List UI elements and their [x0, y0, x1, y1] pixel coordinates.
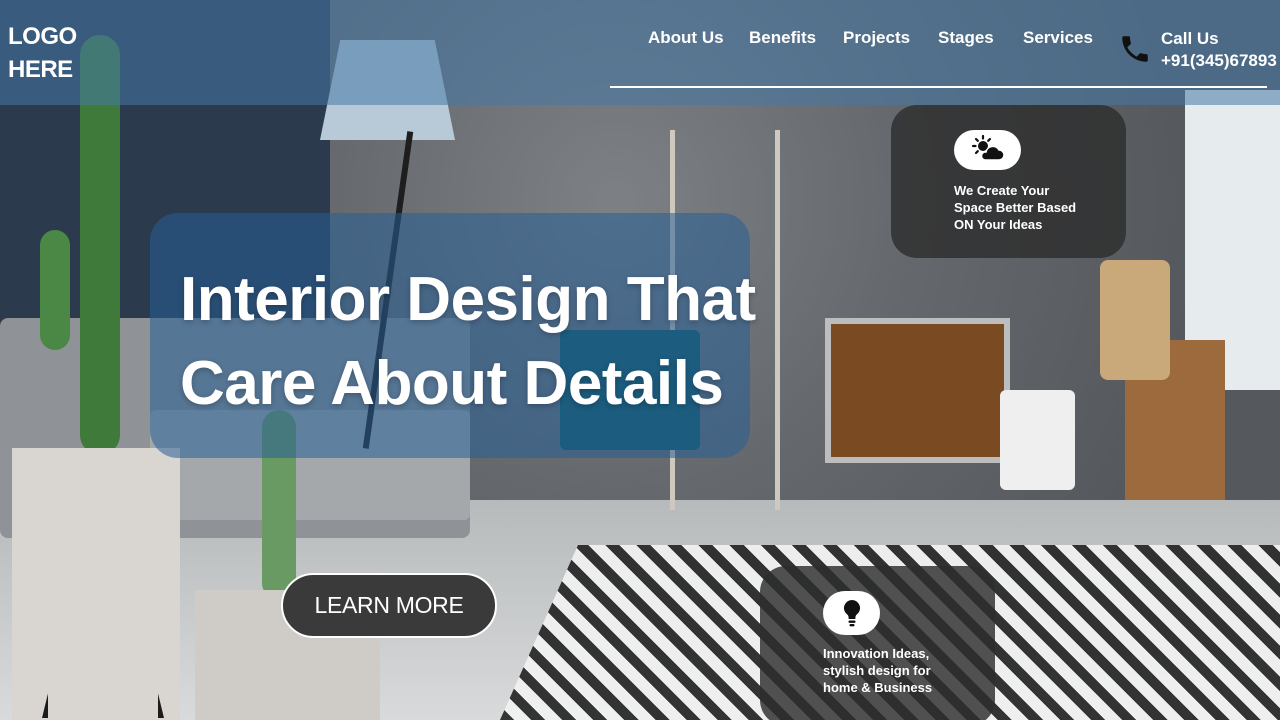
stool [1100, 260, 1170, 380]
feature-line: Space Better Based [954, 200, 1077, 215]
basket [1000, 390, 1075, 490]
lightbulb-icon [823, 591, 880, 635]
logo-line-2: HERE [8, 56, 73, 83]
header-divider [610, 86, 1267, 88]
call-us-label: Call Us [1161, 29, 1219, 48]
feature-card-text: Innovation Ideas, stylish design for hom… [823, 645, 963, 696]
feature-line: ON Your Ideas [954, 217, 1043, 232]
sun-cloud-icon [954, 130, 1021, 170]
wood-cabinet [825, 318, 1010, 463]
feature-line: home & Business [823, 680, 933, 695]
feature-line: stylish design for [823, 663, 931, 678]
feature-card-space: We Create Your Space Better Based ON You… [891, 105, 1126, 258]
hero-title-line-1: Interior Design That [180, 265, 756, 334]
feature-card-text: We Create Your Space Better Based ON You… [954, 182, 1094, 233]
phone-icon[interactable] [1118, 30, 1152, 68]
nav-about-us[interactable]: About Us [648, 28, 724, 48]
learn-more-button[interactable]: LEARN MORE [281, 573, 497, 638]
hero-title: Interior Design That Care About Details [180, 258, 760, 426]
phone-number[interactable]: +91(345)67893 [1161, 51, 1277, 71]
logo[interactable]: LOGO HERE [8, 20, 88, 86]
nav-projects[interactable]: Projects [843, 28, 910, 48]
logo-line-1: LOGO [8, 23, 77, 50]
nav-services[interactable]: Services [1023, 28, 1093, 48]
planter-left [12, 448, 180, 720]
header-bar [0, 0, 1280, 105]
feature-line: Innovation Ideas, [823, 646, 930, 661]
nav-benefits[interactable]: Benefits [749, 28, 816, 48]
cactus-arm [40, 230, 70, 350]
feature-line: We Create Your [954, 183, 1050, 198]
feature-card-ideas: Innovation Ideas, stylish design for hom… [760, 566, 995, 720]
hero-title-line-2: Care About Details [180, 349, 724, 418]
nav-stages[interactable]: Stages [938, 28, 994, 48]
